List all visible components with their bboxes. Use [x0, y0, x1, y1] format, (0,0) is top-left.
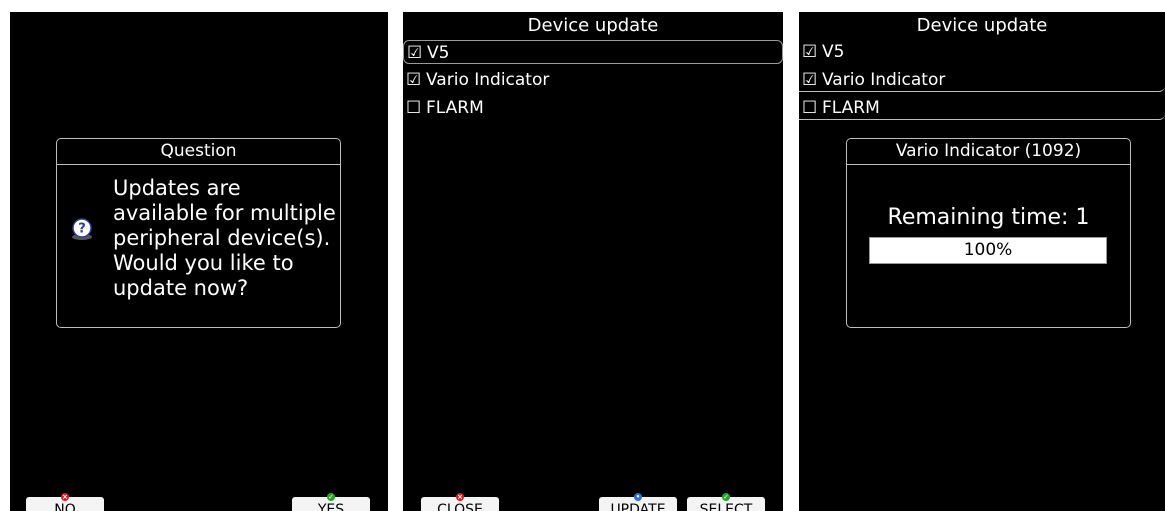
checkbox-checked-icon[interactable]: ☑ — [802, 68, 822, 92]
remaining-time: Remaining time: 1 — [887, 205, 1090, 230]
checkbox-checked-icon[interactable]: ☑ — [802, 40, 822, 64]
no-button-label: NO — [54, 502, 76, 511]
device-row-v5[interactable]: ☑ V5 — [403, 40, 783, 64]
device-row-flarm[interactable]: ☐ FLARM — [403, 96, 783, 120]
close-button-label: CLOSE — [437, 502, 483, 511]
message-line: Updates are — [113, 176, 241, 200]
message-line: update now? — [113, 276, 249, 300]
update-button[interactable]: • UPDATE — [599, 493, 677, 511]
checkbox-unchecked-icon[interactable]: ☐ — [406, 96, 426, 120]
select-icon: ✓ — [722, 493, 730, 501]
message-line: peripheral device(s). — [113, 226, 331, 250]
screen-title: Device update — [527, 15, 659, 36]
question-dialog: Question ? Updates are available for mul… — [56, 138, 341, 328]
message-line: Would you like to — [113, 251, 294, 275]
progress-bar: 100% — [869, 237, 1107, 264]
device-label: V5 — [822, 42, 845, 62]
select-button-label: SELECT — [699, 502, 753, 511]
cancel-icon: × — [61, 493, 69, 501]
question-message: Updates are available for multiple perip… — [113, 176, 336, 301]
checkbox-checked-icon[interactable]: ☑ — [406, 68, 426, 92]
device-row-vario-indicator[interactable]: ☑ Vario Indicator — [799, 68, 1165, 92]
device-label: Vario Indicator — [426, 70, 550, 90]
dialog-title: Question — [57, 139, 340, 165]
select-button[interactable]: ✓ SELECT — [687, 493, 765, 511]
progress-dialog-title: Vario Indicator (1092) — [847, 139, 1130, 165]
no-button[interactable]: × NO — [26, 493, 104, 511]
device-label: Vario Indicator — [822, 70, 946, 90]
yes-button-label: YES — [317, 502, 345, 511]
yes-button[interactable]: ✓ YES — [292, 493, 370, 511]
update-icon: • — [634, 493, 642, 501]
svg-text:?: ? — [78, 222, 86, 237]
device-label: FLARM — [822, 98, 880, 118]
close-button[interactable]: × CLOSE — [421, 493, 499, 511]
update-button-label: UPDATE — [610, 502, 666, 511]
device-update-progress-screen: Device update ☑ V5 ☑ Vario Indicator ☐ FLAR… — [799, 12, 1165, 511]
close-icon: × — [456, 493, 464, 501]
checkbox-checked-icon[interactable]: ☑ — [407, 41, 427, 65]
confirm-icon: ✓ — [327, 493, 335, 501]
progress-dialog-title-text: Vario Indicator (1092) — [895, 141, 1082, 161]
checkbox-unchecked-icon[interactable]: ☐ — [802, 96, 822, 120]
device-row-flarm[interactable]: ☐ FLARM — [799, 96, 1165, 120]
question-icon: ? — [72, 218, 92, 240]
progress-dialog: Vario Indicator (1092) Remaining time: 1… — [846, 138, 1131, 328]
message-line: available for multiple — [113, 201, 336, 225]
device-label: FLARM — [426, 98, 484, 118]
screen-title: Device update — [916, 15, 1048, 36]
progress-text: 100% — [963, 240, 1013, 260]
device-label: V5 — [427, 43, 450, 63]
device-row-vario-indicator[interactable]: ☑ Vario Indicator — [403, 68, 783, 92]
device-row-v5[interactable]: ☑ V5 — [799, 40, 1165, 64]
device-update-screen: Device update ☑ V5 ☑ Vario Indicator ☐ FLAR… — [403, 12, 783, 511]
question-screen: Question ? Updates are available for mul… — [10, 12, 388, 511]
